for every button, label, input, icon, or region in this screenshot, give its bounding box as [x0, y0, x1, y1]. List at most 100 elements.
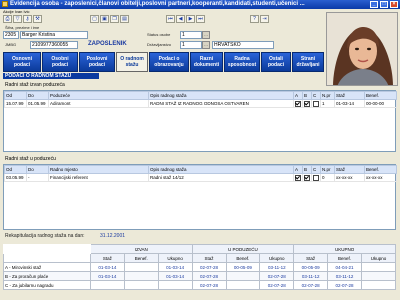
recap-label: Rekapitulacija radnog staža na dan:: [5, 233, 85, 239]
tab-poslovni-podaci[interactable]: Poslovni podaci: [79, 52, 115, 72]
cell-opis[interactable]: RADNI STAŽ IZ RADNOG ODNOSA OSTVAREN: [148, 99, 294, 108]
col-npr[interactable]: N.pr: [320, 165, 335, 174]
table-row[interactable]: 15.07.99 01.05.99 Adiramont RADNI STAŽ I…: [4, 99, 397, 108]
first-record-icon[interactable]: ⏮: [166, 15, 175, 23]
col-do[interactable]: Do: [26, 165, 49, 174]
col-c[interactable]: C: [311, 91, 321, 100]
checkbox-b[interactable]: [304, 174, 310, 181]
prev-record-icon[interactable]: ◀: [176, 15, 185, 23]
country-name-field[interactable]: HRVATSKO: [212, 41, 274, 49]
col-opis[interactable]: Opis radnog staža: [148, 91, 294, 100]
summary-value: [123, 271, 159, 281]
cell-npr[interactable]: 0: [320, 173, 335, 182]
col-od[interactable]: Od: [4, 91, 27, 100]
summary-value: [123, 280, 159, 290]
col-npr[interactable]: N.pr: [320, 91, 335, 100]
status-field[interactable]: 1: [180, 31, 202, 39]
col-do[interactable]: Do: [26, 91, 49, 100]
table-row[interactable]: 03.05.99 - Financijski referent Radni st…: [4, 173, 397, 182]
window-title: Evidencija osoba - zaposlenici,članovi o…: [10, 1, 305, 7]
menu-label[interactable]: Akcije Ivan Ivic: [3, 9, 29, 14]
tab-razni-dokumenti[interactable]: Razni dokumenti: [190, 52, 223, 72]
tab-radna-sposobnost[interactable]: Radna sposobnost: [224, 52, 260, 72]
cell-od[interactable]: 15.07.99: [4, 99, 27, 108]
group-ukupno: UKUPNO: [293, 244, 396, 254]
col-c[interactable]: C: [311, 165, 321, 174]
inside-grid[interactable]: Od Do Radno mjesto Opis radnog staža A B…: [3, 164, 397, 230]
tab-osobni-podaci[interactable]: Osobni podaci: [42, 52, 78, 72]
print-icon[interactable]: ⎙: [3, 15, 12, 23]
tab-osnovni-podaci[interactable]: Osnovni podaci: [3, 52, 41, 72]
tab-o-radnom-stazu[interactable]: O radnom stažu: [116, 52, 148, 72]
name-field[interactable]: Barger Kristina: [20, 31, 88, 39]
cell-do[interactable]: -: [26, 173, 49, 182]
close-icon[interactable]: ×: [390, 1, 398, 8]
col-benef[interactable]: Benef.: [364, 165, 397, 174]
summary-value: 02-07-28: [259, 280, 295, 290]
checkbox-a[interactable]: [295, 174, 301, 181]
help-icon[interactable]: ?: [250, 15, 259, 23]
cell-radno-mjesto[interactable]: Financijski referent: [48, 173, 149, 182]
col-a[interactable]: A: [293, 91, 303, 100]
cell-opis[interactable]: Radni staž 14/12: [148, 173, 294, 182]
copy-icon[interactable]: ❐: [110, 15, 119, 23]
cell-benef[interactable]: xx-xx-xx: [364, 173, 397, 182]
minimize-icon[interactable]: _: [370, 1, 378, 8]
col-staz[interactable]: Staž: [334, 165, 365, 174]
summary-corner: [3, 244, 91, 254]
cell-staz[interactable]: xx-xx-xx: [334, 173, 365, 182]
save-icon[interactable]: ▣: [100, 15, 109, 23]
cell-b[interactable]: [302, 99, 312, 108]
checkbox-c[interactable]: [313, 100, 319, 107]
col-b[interactable]: B: [302, 91, 312, 100]
col-poduzece[interactable]: Poduzeće: [48, 91, 149, 100]
outside-grid[interactable]: Od Do Poduzeće Opis radnog staža A B C N…: [3, 90, 397, 152]
col-a[interactable]: A: [293, 165, 303, 174]
cell-poduzece[interactable]: Adiramont: [48, 99, 149, 108]
summary-value: 03-11-12: [293, 271, 329, 281]
col-od[interactable]: Od: [4, 165, 27, 174]
cell-staz[interactable]: 01-03-14: [334, 99, 365, 108]
cell-b[interactable]: [302, 173, 312, 182]
cell-c[interactable]: [311, 99, 321, 108]
checkbox-b[interactable]: [304, 100, 310, 107]
cell-do[interactable]: 01.05.99: [26, 99, 49, 108]
sub-ukupno: Ukupno: [259, 253, 295, 263]
cell-a[interactable]: [293, 173, 303, 182]
jmbg-field[interactable]: 2109977360055: [30, 41, 78, 49]
cell-od[interactable]: 03.05.99: [4, 173, 27, 182]
tab-podaci-o-obrazovanju[interactable]: Podaci o obrazovanju: [149, 52, 189, 72]
filter-icon[interactable]: ▽: [13, 15, 22, 23]
col-benef[interactable]: Benef.: [364, 91, 397, 100]
country-label: Državljanstvo: [147, 42, 172, 47]
checkbox-c[interactable]: [313, 174, 319, 181]
tab-ostali-podaci[interactable]: Ostali podaci: [261, 52, 291, 72]
col-staz[interactable]: Staž: [334, 91, 365, 100]
cell-a[interactable]: [293, 99, 303, 108]
summary-value: 03-11-12: [259, 262, 295, 272]
key-icon[interactable]: ⚷: [23, 15, 32, 23]
delete-icon[interactable]: ▤: [120, 15, 129, 23]
cell-c[interactable]: [311, 173, 321, 182]
country-dropdown-icon[interactable]: …: [202, 41, 210, 49]
sub-ukupno: Ukupno: [361, 253, 396, 263]
person-photo: [326, 12, 398, 86]
summary-value: [157, 280, 193, 290]
next-record-icon[interactable]: ▶: [186, 15, 195, 23]
new-icon[interactable]: ▢: [90, 15, 99, 23]
col-b[interactable]: B: [302, 165, 312, 174]
exit-icon[interactable]: ⇥: [260, 15, 269, 23]
checkbox-a[interactable]: [295, 100, 301, 107]
maximize-icon[interactable]: □: [380, 1, 388, 8]
id-field[interactable]: 2305: [3, 31, 19, 39]
country-code-field[interactable]: 1: [180, 41, 202, 49]
tab-strani-drzavljani[interactable]: Strani državljani: [292, 52, 324, 72]
col-opis[interactable]: Opis radnog staža: [148, 165, 294, 174]
cell-benef[interactable]: 00-00-00: [364, 99, 397, 108]
cell-npr[interactable]: 1: [320, 99, 335, 108]
tools-icon[interactable]: ⚒: [33, 15, 42, 23]
summary-value: 01-03-14: [90, 262, 125, 272]
status-dropdown-icon[interactable]: …: [202, 31, 210, 39]
col-radno-mjesto[interactable]: Radno mjesto: [48, 165, 149, 174]
last-record-icon[interactable]: ⏭: [196, 15, 205, 23]
